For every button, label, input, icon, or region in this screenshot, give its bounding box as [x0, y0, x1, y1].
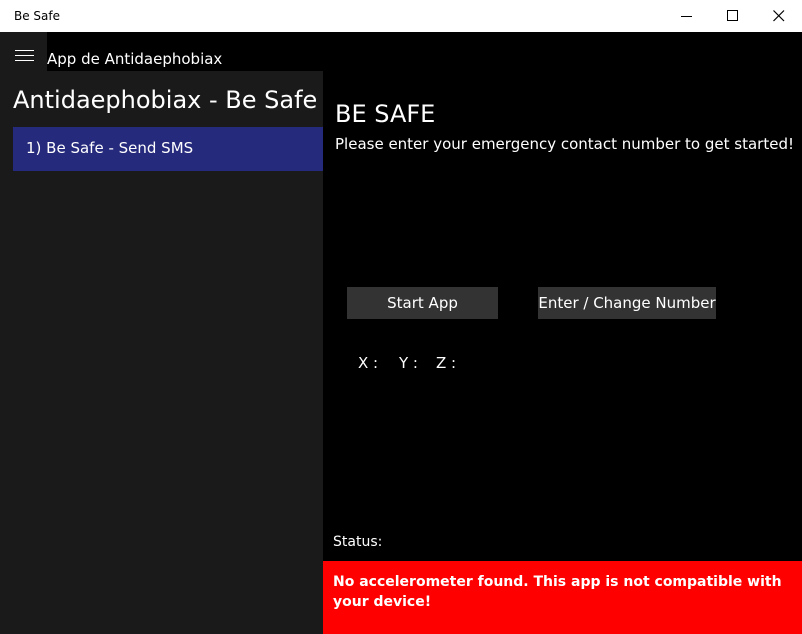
hamburger-icon-line — [15, 55, 34, 56]
z-axis-label: Z : — [436, 354, 457, 372]
page-subtitle: Please enter your emergency contact numb… — [335, 135, 794, 153]
sidebar: Antidaephobiax - Be Safe 1) Be Safe - Se… — [0, 71, 323, 634]
sidebar-item-label: 1) Be Safe - Send SMS — [26, 139, 194, 157]
change-number-button[interactable]: Enter / Change Number — [538, 287, 716, 319]
maximize-icon — [727, 10, 738, 21]
hamburger-icon — [15, 50, 34, 51]
app-header-title: App de Antidaephobiax — [47, 50, 223, 68]
close-icon — [773, 10, 785, 22]
title-bar[interactable]: Be Safe — [0, 0, 802, 32]
y-axis-label: Y : — [399, 354, 418, 372]
page-title: BE SAFE — [335, 100, 436, 128]
close-button[interactable] — [756, 0, 802, 32]
minimize-icon — [681, 16, 692, 17]
status-error-message: No accelerometer found. This app is not … — [323, 561, 802, 634]
status-label: Status: — [333, 534, 383, 550]
hamburger-icon-line — [15, 60, 34, 61]
app-window: Be Safe App de Antidaephobiax Antidaepho… — [0, 0, 802, 634]
start-app-button[interactable]: Start App — [347, 287, 498, 319]
hamburger-menu-button[interactable] — [0, 32, 47, 71]
window-title: Be Safe — [14, 9, 61, 23]
x-axis-label: X : — [358, 354, 379, 372]
sidebar-item-send-sms[interactable]: 1) Be Safe - Send SMS — [13, 127, 323, 171]
minimize-button[interactable] — [664, 0, 710, 32]
sidebar-title: Antidaephobiax - Be Safe — [13, 86, 318, 114]
maximize-button[interactable] — [710, 0, 756, 32]
